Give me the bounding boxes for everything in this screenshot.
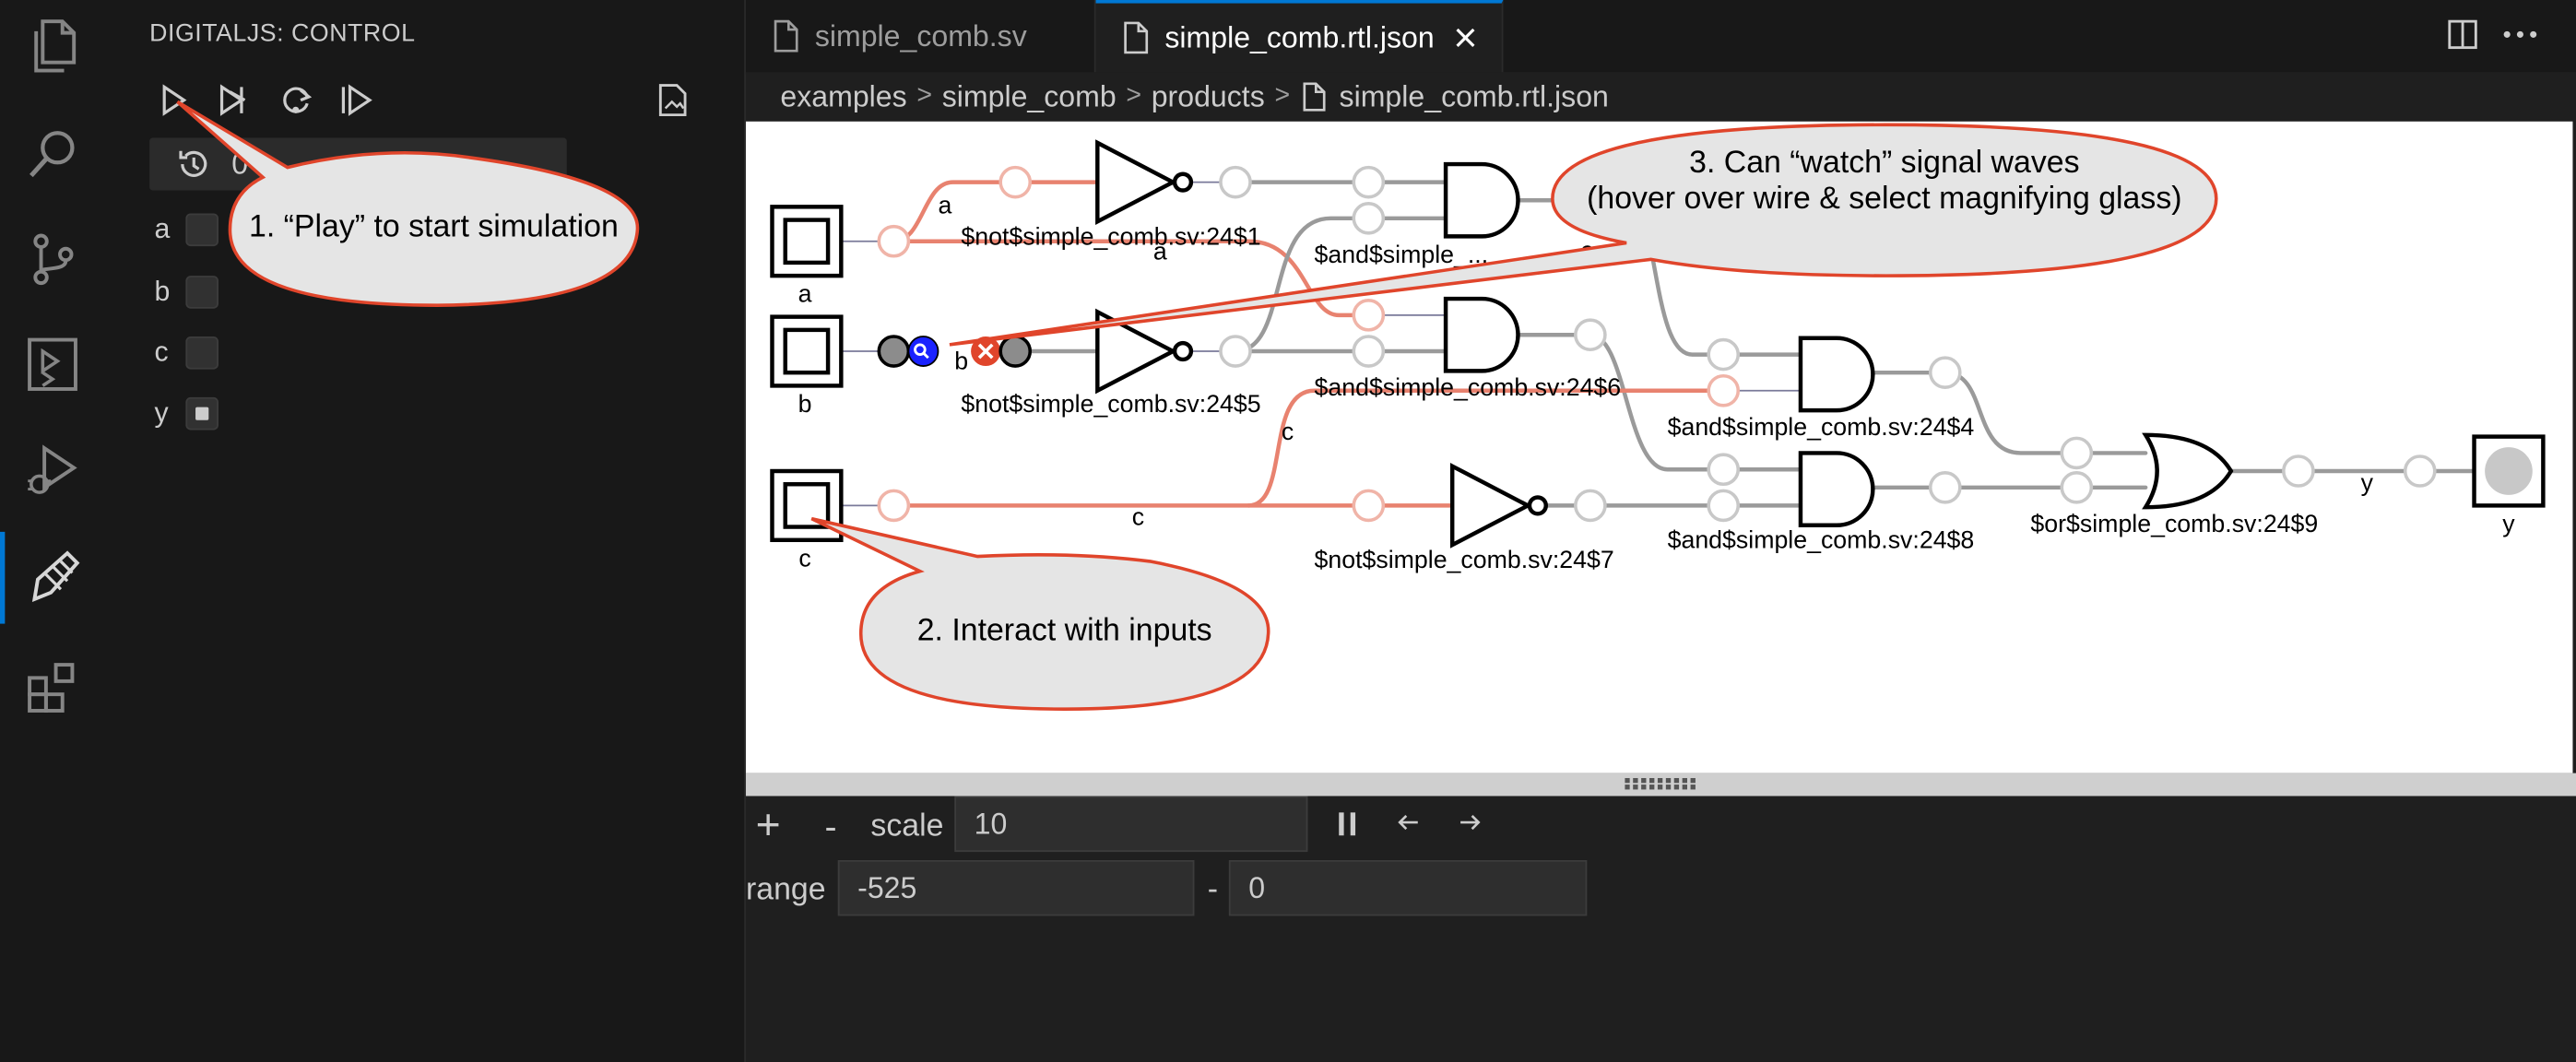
callout-play-text: 1. “Play” to start simulation <box>249 209 619 245</box>
callout-inputs-text: 2. Interact with inputs <box>916 613 1212 649</box>
callout-watch-line2: (hover over wire & select magnifying gla… <box>1587 182 2182 218</box>
callout-watch-line1: 3. Can “watch” signal waves <box>1689 146 2080 181</box>
callout-play-bubble <box>176 100 640 307</box>
